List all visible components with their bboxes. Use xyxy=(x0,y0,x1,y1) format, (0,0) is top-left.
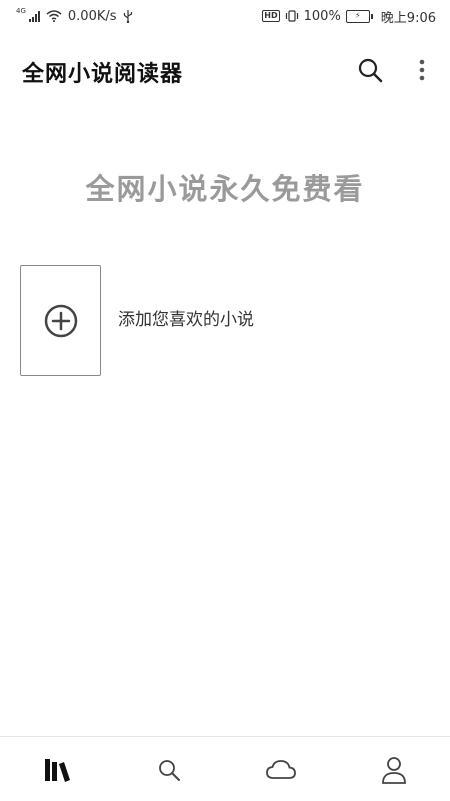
clock: 晚上9:06 xyxy=(380,10,436,26)
network-speed: 0.00K/s xyxy=(67,8,117,24)
nav-profile[interactable] xyxy=(377,753,411,787)
nav-search[interactable] xyxy=(152,753,186,787)
search-button[interactable] xyxy=(356,56,384,84)
add-novel-label[interactable]: 添加您喜欢的小说 xyxy=(118,305,254,330)
signal-icon xyxy=(28,10,40,22)
battery-icon: ⚡ xyxy=(345,9,373,23)
more-options-button[interactable] xyxy=(412,56,432,84)
usb-icon xyxy=(123,9,132,23)
status-bar: 4G 0.00K/s HD 100% ⚡ 晚上9:06 xyxy=(0,0,450,32)
add-novel-card[interactable] xyxy=(20,265,101,376)
search-icon xyxy=(358,58,383,83)
bookshelf-icon xyxy=(45,759,70,782)
status-right: HD 100% ⚡ 晚上9:06 xyxy=(262,7,450,26)
nav-bookshelf[interactable] xyxy=(40,753,74,787)
add-circle-icon xyxy=(44,304,77,337)
slogan: 全网小说永久免费看 xyxy=(85,172,365,206)
hd-badge: HD xyxy=(262,10,280,22)
search-icon xyxy=(159,760,180,781)
bottom-nav xyxy=(0,736,450,801)
nav-cloud[interactable] xyxy=(264,753,298,787)
wifi-icon xyxy=(46,10,62,22)
network-type: 4G xyxy=(16,7,26,15)
app-title: 全网小说阅读器 xyxy=(22,62,184,87)
user-icon xyxy=(382,757,406,784)
battery-percent: 100% xyxy=(303,8,341,24)
app-bar: 全网小说阅读器 xyxy=(0,46,450,94)
vibrate-icon xyxy=(285,10,298,22)
cloud-icon xyxy=(266,760,296,779)
status-left: 4G 0.00K/s xyxy=(0,7,133,24)
more-vertical-icon xyxy=(419,59,425,81)
